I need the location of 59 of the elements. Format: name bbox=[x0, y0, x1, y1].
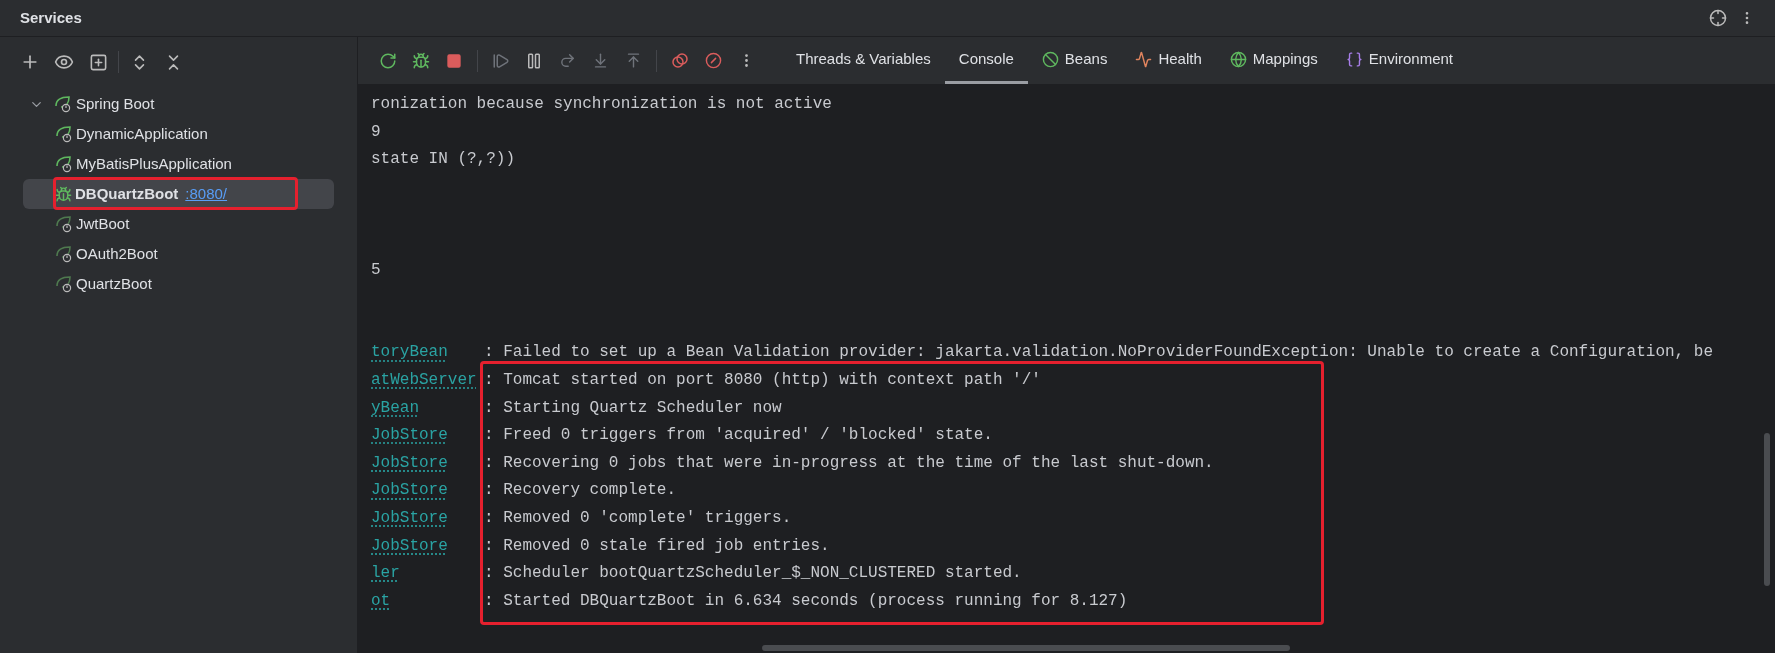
log-message: : Started DBQuartzBoot in 6.634 seconds (process running for 8.127) bbox=[484, 590, 1129, 612]
horizontal-scrollbar[interactable] bbox=[762, 645, 1290, 651]
tab[interactable]: Console bbox=[944, 37, 1028, 84]
bean-icon bbox=[1041, 50, 1059, 68]
vertical-scrollbar[interactable] bbox=[1764, 433, 1770, 586]
spring-leaf-icon bbox=[54, 95, 72, 113]
tab[interactable]: Beans bbox=[1027, 37, 1122, 84]
bug-icon bbox=[55, 185, 72, 203]
console-line: 5 bbox=[371, 259, 382, 281]
pulse-icon bbox=[1135, 50, 1153, 68]
tree-item[interactable]: QuartzBoot bbox=[23, 269, 334, 299]
globe-icon bbox=[1229, 50, 1247, 68]
tree-item[interactable]: JwtBoot bbox=[23, 209, 334, 239]
console-line: state IN (?,?)) bbox=[371, 149, 517, 171]
logger-link[interactable]: JobStore bbox=[371, 532, 484, 561]
logger-link[interactable]: JobStore bbox=[371, 504, 484, 533]
tab[interactable]: Environment bbox=[1331, 37, 1467, 84]
tree-item[interactable]: DynamicApplication bbox=[23, 119, 334, 149]
tree-item-label: QuartzBoot bbox=[76, 273, 152, 294]
log-message: : Tomcat started on port 8080 (http) with context path '/' bbox=[484, 369, 1042, 391]
log-message: : Removed 0 stale fired job entries. bbox=[484, 535, 831, 557]
tree-item-label: JwtBoot bbox=[76, 213, 130, 234]
logger-link[interactable]: JobStore bbox=[371, 477, 484, 505]
log-message: : Recovering 0 jobs that were in-progress at the time of the last shut-down. bbox=[484, 452, 1214, 474]
tree-item[interactable]: MyBatisPlusApplication bbox=[23, 149, 334, 179]
tab[interactable]: Mappings bbox=[1215, 37, 1332, 84]
console-line: 9 bbox=[371, 121, 382, 143]
locate-icon[interactable] bbox=[1709, 9, 1727, 27]
port-link[interactable]: :8080/ bbox=[185, 182, 228, 206]
log-message: : Recovery complete. bbox=[484, 480, 678, 502]
tree-item-label: DynamicApplication bbox=[76, 123, 208, 144]
console-line: ronization because synchronization is not active bbox=[371, 94, 833, 115]
logger-link[interactable]: atWebServer bbox=[371, 366, 484, 395]
spring-leaf-icon bbox=[55, 245, 73, 263]
logger-link[interactable]: ler bbox=[371, 560, 484, 588]
logger-link[interactable]: JobStore bbox=[371, 449, 484, 478]
log-message: : Failed to set up a Bean Validation provider: jakarta.validation.NoProviderFoundException: Unable to create a Configuration, be bbox=[484, 342, 1713, 364]
panel-title: Services bbox=[20, 7, 82, 28]
tab[interactable]: Health bbox=[1121, 37, 1216, 84]
tab[interactable]: Threads & Variables bbox=[782, 37, 945, 84]
tree-item[interactable]: DBQuartzBoot :8080/ bbox=[23, 179, 334, 209]
logger-link[interactable]: toryBean bbox=[371, 339, 484, 367]
tree-item-label: DBQuartzBoot bbox=[75, 183, 179, 204]
log-message: : Removed 0 'complete' triggers. bbox=[484, 507, 793, 529]
logger-link[interactable]: yBean bbox=[371, 394, 484, 423]
spring-leaf-icon bbox=[55, 275, 73, 293]
log-message: : Freed 0 triggers from 'acquired' / 'blocked' state. bbox=[484, 425, 994, 447]
logger-link[interactable]: JobStore bbox=[371, 422, 484, 450]
logger-link[interactable]: ot bbox=[371, 587, 484, 616]
tree-item-label: OAuth2Boot bbox=[76, 243, 158, 264]
tree-group-label[interactable]: Spring Boot bbox=[76, 92, 155, 116]
braces-icon bbox=[1345, 50, 1363, 68]
tree-item-label: MyBatisPlusApplication bbox=[76, 153, 232, 174]
spring-leaf-icon bbox=[55, 125, 73, 143]
spring-leaf-icon bbox=[55, 155, 73, 173]
log-message: : Scheduler bootQuartzScheduler_$_NON_CLUSTERED started. bbox=[484, 563, 1023, 585]
log-message: : Starting Quartz Scheduler now bbox=[484, 397, 783, 419]
tree-item[interactable]: OAuth2Boot bbox=[23, 239, 334, 269]
spring-leaf-icon bbox=[55, 215, 73, 233]
